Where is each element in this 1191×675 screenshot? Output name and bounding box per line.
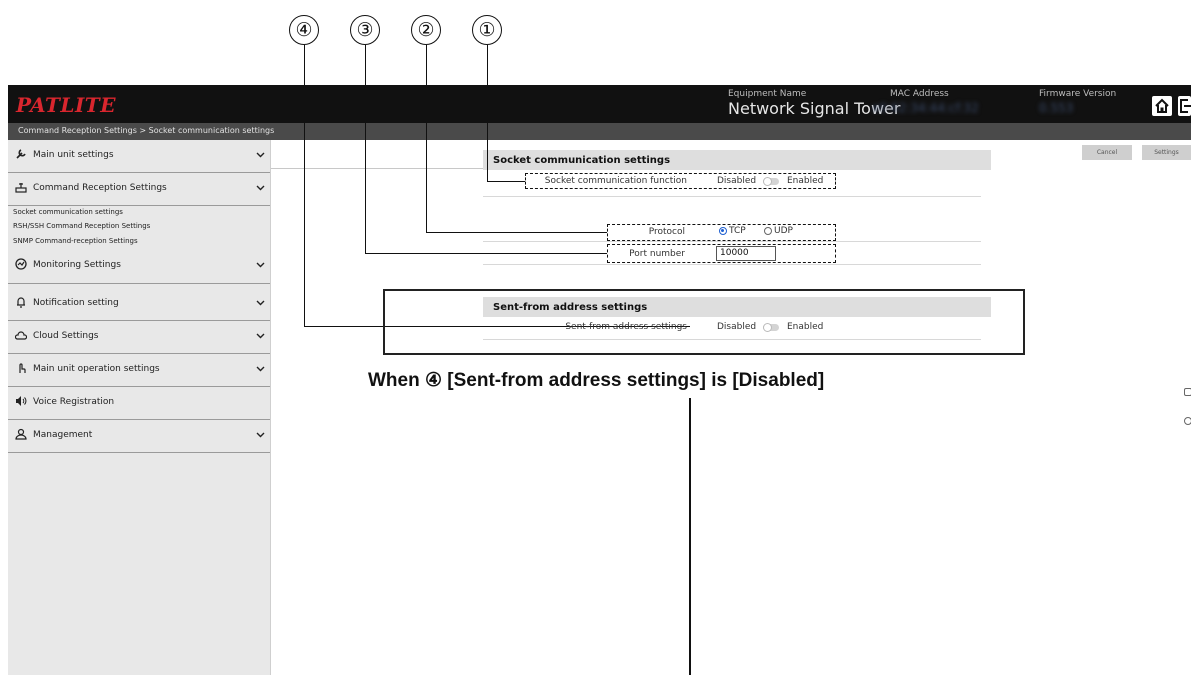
chevron-down-icon — [256, 366, 265, 372]
sidebar-item-monitoring-settings[interactable]: Monitoring Settings — [8, 250, 270, 284]
wrench-icon — [15, 148, 27, 160]
callout-3: ③ — [350, 15, 380, 45]
caption-text: When ④ [Sent-from address settings] is [… — [368, 370, 825, 391]
sidebar-item-label: Voice Registration — [33, 397, 115, 407]
chevron-down-icon — [256, 333, 265, 339]
callout-1-box — [525, 173, 836, 189]
sidebar-item-cloud-settings[interactable]: Cloud Settings — [8, 321, 270, 354]
sent-from-section-header: Sent-from address settings — [483, 297, 991, 317]
sidebar-item-label: Main unit operation settings — [33, 364, 160, 374]
sidebar-item-label: Cloud Settings — [33, 331, 99, 341]
sidebar-item-notification-setting[interactable]: Notification setting — [8, 288, 270, 321]
row-separator — [483, 264, 981, 265]
chevron-down-icon — [256, 300, 265, 306]
sidebar-item-label: Main unit settings — [33, 150, 114, 160]
callout-2: ② — [411, 15, 441, 45]
breadcrumb: Command Reception Settings > Socket comm… — [18, 126, 275, 135]
sidebar-item-main-unit-settings[interactable]: Main unit settings — [8, 140, 270, 173]
row-separator — [483, 241, 981, 242]
subitem-snmp[interactable]: SNMP Command-reception Settings — [13, 237, 138, 245]
speaker-icon — [15, 395, 27, 407]
callout-3-leader — [365, 45, 367, 254]
settings-button[interactable]: Settings — [1142, 145, 1191, 160]
cancel-button[interactable]: Cancel — [1082, 145, 1132, 160]
callout-4: ④ — [289, 15, 319, 45]
breadcrumb-bar: Command Reception Settings > Socket comm… — [8, 123, 1191, 140]
mac-address-label: MAC Address — [890, 89, 949, 99]
home-button[interactable] — [1152, 96, 1172, 116]
firmware-version-label: Firmware Version — [1039, 89, 1117, 99]
sidebar-item-main-unit-operation[interactable]: Main unit operation settings — [8, 354, 270, 387]
chevron-down-icon — [256, 432, 265, 438]
logout-icon — [1180, 99, 1191, 113]
sidebar-item-label: Management — [33, 430, 93, 440]
sidebar-item-label: Monitoring Settings — [33, 260, 121, 270]
person-icon — [15, 428, 27, 440]
logout-button[interactable] — [1178, 96, 1191, 116]
edge-check-icon[interactable] — [1184, 417, 1191, 425]
callout-1-leader — [487, 45, 489, 182]
firmware-version-value: 0.553 — [1039, 101, 1074, 115]
callout-4-leader — [304, 45, 306, 327]
mac-address-value: e0:62:34:44:cf:32 — [872, 101, 979, 115]
gauge-icon — [15, 258, 27, 270]
callout-3-box — [607, 244, 836, 263]
callout-2-box — [607, 224, 836, 241]
chevron-down-icon — [256, 262, 265, 268]
caption-connector-line — [689, 398, 691, 675]
row-separator — [483, 196, 981, 197]
callout-2-leader-h — [426, 232, 607, 234]
bell-icon — [15, 296, 27, 308]
subitem-rsh-ssh[interactable]: RSH/SSH Command Reception Settings — [13, 222, 150, 230]
sent-from-section-title: Sent-from address settings — [493, 302, 648, 313]
home-icon — [1155, 98, 1169, 113]
callout-2-leader — [426, 45, 428, 233]
sent-from-label: Sent-from address settings — [565, 322, 687, 332]
socket-section-header: Socket communication settings — [483, 150, 991, 170]
chevron-down-icon — [256, 152, 265, 158]
sent-from-enabled-text: Enabled — [787, 322, 824, 332]
app-header: PATLITE Equipment Name Network Signal To… — [8, 85, 1191, 123]
socket-section-title: Socket communication settings — [493, 155, 671, 166]
sidebar-item-command-reception[interactable]: Command Reception Settings — [8, 173, 270, 206]
callout-1-leader-h — [487, 181, 525, 183]
sent-from-disabled-text: Disabled — [717, 322, 757, 332]
subitem-socket-communication[interactable]: Socket communication settings — [13, 208, 123, 216]
patlite-logo: PATLITE — [16, 93, 116, 117]
sidebar-item-management[interactable]: Management — [8, 420, 270, 453]
sidebar-item-label: Notification setting — [33, 298, 119, 308]
sidebar-item-voice-registration[interactable]: Voice Registration — [8, 387, 270, 420]
chevron-down-icon — [256, 185, 265, 191]
cloud-icon — [14, 329, 28, 341]
row-separator — [483, 339, 981, 340]
finger-icon — [15, 362, 27, 374]
sidebar: Main unit settings Command Reception Set… — [8, 140, 271, 675]
router-icon — [15, 181, 27, 193]
sidebar-item-label: Command Reception Settings — [33, 183, 167, 193]
callout-1: ① — [472, 15, 502, 45]
edge-check-icon[interactable] — [1184, 388, 1191, 396]
equipment-name-label: Equipment Name — [728, 89, 807, 99]
sent-from-toggle[interactable] — [763, 323, 779, 332]
callout-3-leader-h — [365, 253, 607, 255]
